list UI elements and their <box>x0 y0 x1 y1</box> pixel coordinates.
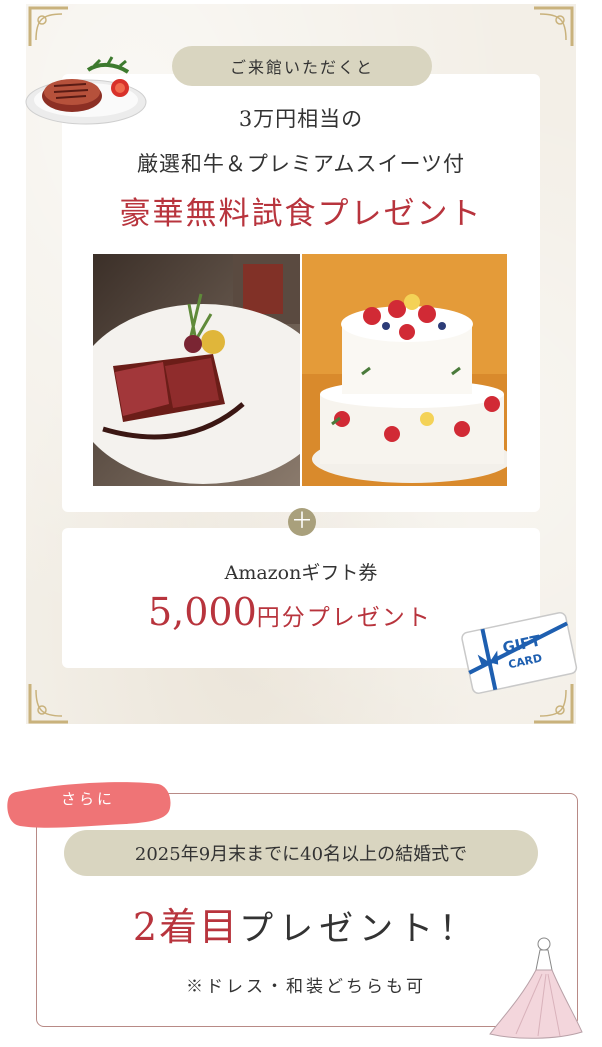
ornament-corner-icon <box>28 680 72 724</box>
menu-line: 厳選和牛＆プレミアムスイーツ付 <box>136 152 466 176</box>
plus-icon: ＋ <box>288 508 316 536</box>
condition-pill: 2025年9月末までに40名以上の結婚式で <box>64 830 538 876</box>
wagyu-photo <box>93 254 300 486</box>
amazon-gift-line: Amazonギフト券 <box>224 562 378 584</box>
ornament-corner-icon <box>530 6 574 50</box>
gift-amount: 5,000円分プレゼント <box>148 590 432 634</box>
dress-illustration-icon <box>486 930 584 1040</box>
headline-black: プレゼント！ <box>239 909 480 949</box>
tasting-headline: 豪華無料試食プレゼント <box>119 196 483 232</box>
ribbon-text: さらに <box>60 790 115 808</box>
headline-red: 2着目 <box>132 905 240 949</box>
intro-pill: ご来館いただくと <box>172 46 432 86</box>
value-line: 3万円相当の <box>238 107 364 131</box>
cake-photo <box>302 254 507 486</box>
gift-card-icon: GIFT CARD <box>458 610 580 694</box>
gift-amount-number: 5,000 <box>148 590 257 634</box>
gift-amount-suffix: 円分プレゼント <box>256 605 432 631</box>
ornament-corner-icon <box>28 6 72 50</box>
